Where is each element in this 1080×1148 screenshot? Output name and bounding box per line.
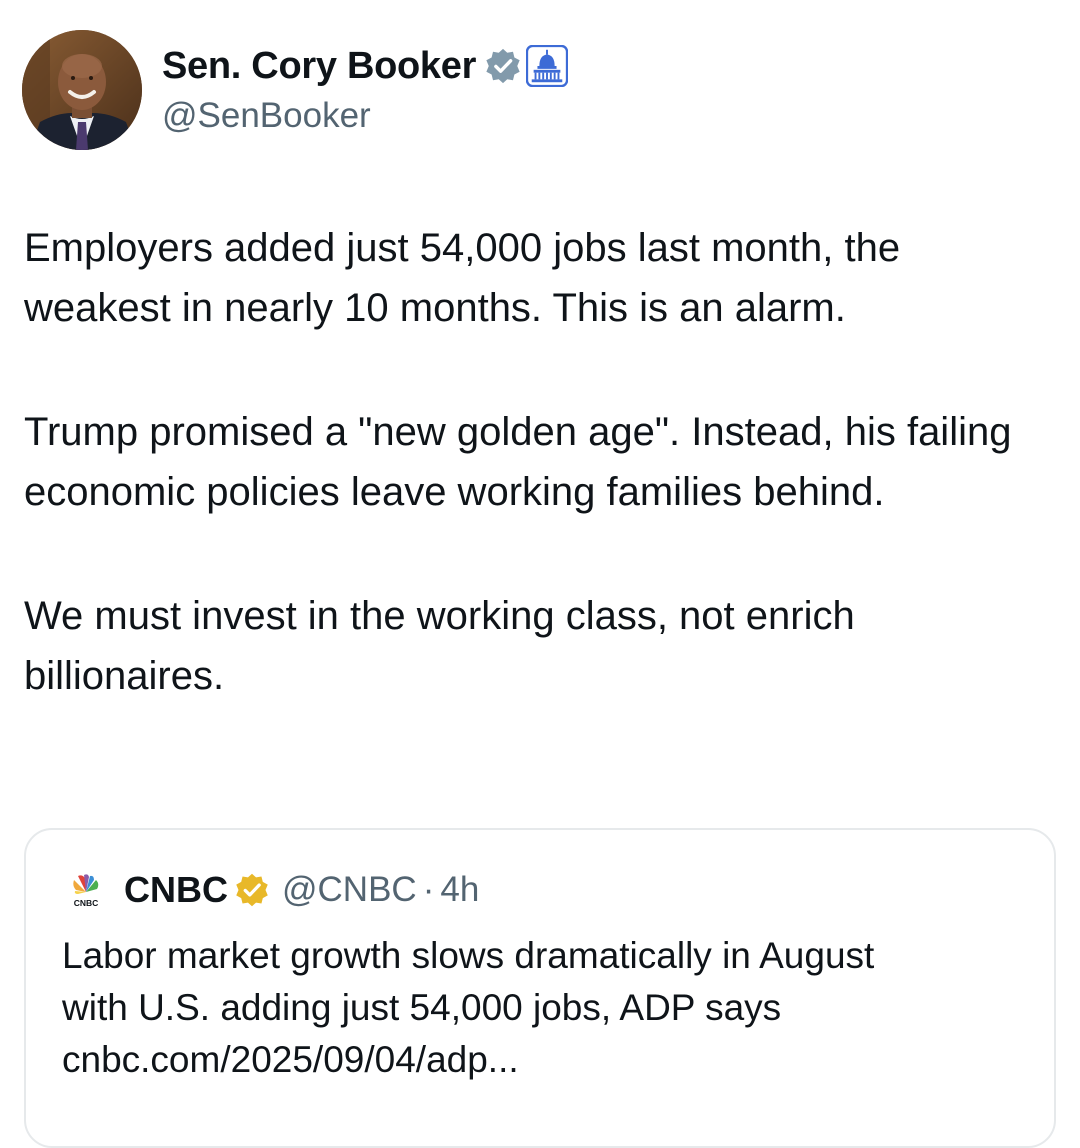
quote-author-name[interactable]: CNBC [124,869,228,911]
svg-text:CNBC: CNBC [74,898,99,908]
dot-separator: · [422,870,435,909]
quote-line: Labor market growth slows dramatically i… [62,935,875,976]
tweet-body: Employers added just 54,000 jobs last mo… [24,218,1054,706]
quote-line: with U.S. adding just 54,000 jobs, ADP s… [62,987,782,1028]
quote-timestamp[interactable]: 4h [440,870,479,910]
author-block: Sen. Cory Booker @SenBooker [162,30,569,136]
tweet-header: Sen. Cory Booker @SenBooker [22,30,569,150]
tweet-paragraph: We must invest in the working class, not… [24,594,855,698]
us-capitol-icon [526,45,569,87]
tweet-paragraph: Trump promised a "new golden age". Inste… [24,410,1012,514]
quoted-tweet-card[interactable]: CNBC CNBC @CNBC · 4h Labor market growth… [24,828,1056,1148]
quote-body: Labor market growth slows dramatically i… [62,930,1022,1086]
avatar[interactable] [22,30,142,150]
quote-header: CNBC CNBC @CNBC · 4h [66,868,479,912]
author-handle[interactable]: @SenBooker [162,96,568,136]
quote-author-handle[interactable]: @CNBC [282,870,417,910]
tweet-paragraph: Employers added just 54,000 jobs last mo… [24,226,901,330]
name-row: Sen. Cory Booker [162,44,569,88]
author-display-name[interactable]: Sen. Cory Booker [162,45,476,88]
cnbc-peacock-logo-icon[interactable]: CNBC [66,870,106,910]
verified-badge-icon[interactable] [484,47,522,85]
quote-link[interactable]: cnbc.com/2025/09/04/adp... [62,1034,1022,1086]
verified-gold-badge-icon[interactable] [234,872,270,908]
